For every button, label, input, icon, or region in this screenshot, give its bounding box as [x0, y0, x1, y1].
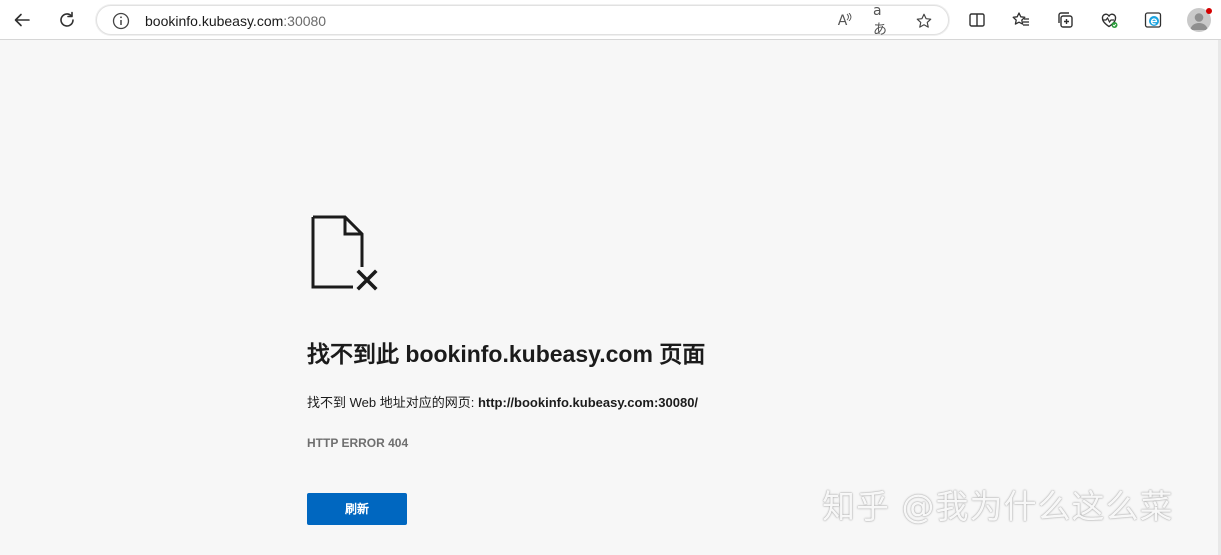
read-aloud-button[interactable]: A: [834, 10, 856, 32]
page-title: 找不到此 bookinfo.kubeasy.com 页面: [307, 341, 706, 367]
error-code: HTTP ERROR 404: [307, 436, 409, 450]
translate-icon: aあ: [873, 3, 887, 38]
info-icon[interactable]: [111, 11, 131, 31]
back-icon: [14, 13, 30, 27]
add-favorite-button[interactable]: [913, 10, 935, 32]
favorites-icon: [1012, 12, 1029, 26]
reload-button[interactable]: [53, 6, 81, 34]
watermark: 知乎 @我为什么这么菜: [822, 487, 1174, 526]
browser-toolbar: bookinfo.kubeasy.com:30080 A aあ: [0, 0, 1221, 40]
edge-icon: [1144, 12, 1162, 28]
page-not-found-icon: [311, 215, 378, 291]
refresh-icon: [60, 11, 74, 27]
error-url: http://bookinfo.kubeasy.com:30080/: [477, 395, 699, 410]
address-bar[interactable]: bookinfo.kubeasy.com:30080 A aあ: [96, 3, 949, 38]
back-button[interactable]: [8, 6, 36, 34]
url-text[interactable]: bookinfo.kubeasy.com:30080: [145, 12, 326, 30]
collections-button[interactable]: [1051, 6, 1079, 34]
translate-button[interactable]: aあ: [873, 3, 895, 38]
url-host: bookinfo.kubeasy.com: [145, 13, 284, 29]
profile-badge: [1206, 8, 1212, 14]
split-screen-icon: [969, 13, 985, 27]
browser-essentials-icon: [1101, 13, 1118, 28]
split-screen-button[interactable]: [963, 6, 991, 34]
error-description-text: 找不到 Web 地址对应的网页:: [307, 395, 478, 410]
edge-button[interactable]: [1139, 6, 1167, 34]
favorites-button[interactable]: [1007, 6, 1035, 34]
url-port: :30080: [283, 13, 327, 29]
browser-essentials-button[interactable]: [1095, 6, 1123, 34]
collections-icon: [1058, 12, 1073, 28]
refresh-page-button[interactable]: 刷新: [307, 493, 407, 525]
sound-waves-icon: [846, 13, 852, 21]
favorite-star-icon: [916, 13, 932, 28]
error-description: 找不到 Web 地址对应的网页: http://bookinfo.kubeasy…: [307, 393, 698, 413]
